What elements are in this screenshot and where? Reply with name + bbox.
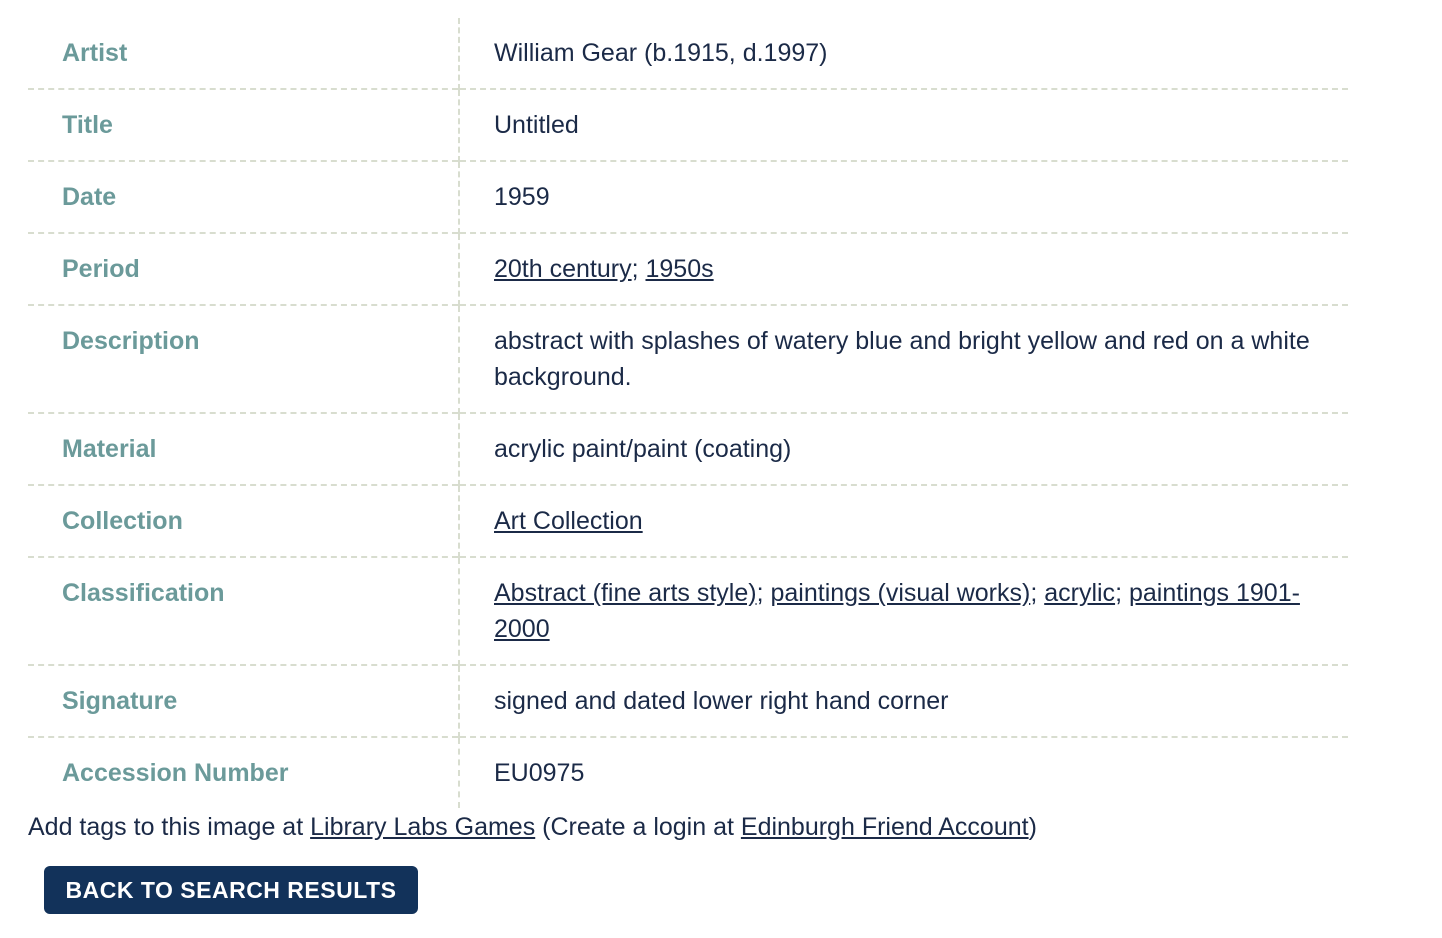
material-label: Material [28,412,460,485]
period-value: 20th century; 1950s [459,232,1348,305]
separator: ; [756,579,771,607]
artist-label: Artist [28,18,460,89]
accession-number-label: Accession Number [28,736,460,808]
tags-notice: Add tags to this image at Library Labs G… [28,808,1037,846]
classification-link-abstract[interactable]: Abstract (fine arts style) [494,579,757,607]
row-description: Description abstract with splashes of wa… [28,304,1348,413]
row-classification: Classification Abstract (fine arts style… [28,556,1348,665]
edinburgh-friend-account-link[interactable]: Edinburgh Friend Account [741,813,1029,841]
classification-link-paintings[interactable]: paintings (visual works) [770,579,1030,607]
signature-label: Signature [28,664,460,737]
collection-value: Art Collection [459,484,1348,557]
separator: ; [1115,579,1129,607]
tags-notice-suffix: ) [1028,813,1037,841]
title-label: Title [28,88,460,161]
separator: ; [631,255,646,283]
period-link-20th-century[interactable]: 20th century [494,255,632,283]
classification-link-acrylic[interactable]: acrylic [1044,579,1115,607]
collection-link[interactable]: Art Collection [494,507,643,535]
back-to-search-results-button[interactable]: BACK TO SEARCH RESULTS [44,866,418,914]
material-value: acrylic paint/paint (coating) [459,412,1348,485]
separator: ; [1030,579,1045,607]
row-accession-number: Accession Number EU0975 [28,736,1348,808]
title-value: Untitled [459,88,1348,161]
period-link-1950s[interactable]: 1950s [646,255,714,283]
period-label: Period [28,232,460,305]
accession-number-value: EU0975 [459,736,1348,808]
row-artist: Artist William Gear (b.1915, d.1997) [28,18,1348,89]
description-value: abstract with splashes of watery blue an… [459,304,1348,413]
description-label: Description [28,304,460,413]
tags-notice-prefix: Add tags to this image at [28,813,311,841]
row-title: Title Untitled [28,88,1348,161]
date-value: 1959 [459,160,1348,233]
tags-notice-middle: (Create a login at [535,813,741,841]
metadata-table: Artist William Gear (b.1915, d.1997) Tit… [28,18,1348,808]
row-material: Material acrylic paint/paint (coating) [28,412,1348,485]
date-label: Date [28,160,460,233]
classification-value: Abstract (fine arts style); paintings (v… [459,556,1348,665]
row-period: Period 20th century; 1950s [28,232,1348,305]
row-signature: Signature signed and dated lower right h… [28,664,1348,737]
signature-value: signed and dated lower right hand corner [459,664,1348,737]
row-collection: Collection Art Collection [28,484,1348,557]
classification-label: Classification [28,556,460,665]
artist-value: William Gear (b.1915, d.1997) [494,39,828,67]
row-date: Date 1959 [28,160,1348,233]
collection-label: Collection [28,484,460,557]
library-labs-games-link[interactable]: Library Labs Games [310,813,535,841]
